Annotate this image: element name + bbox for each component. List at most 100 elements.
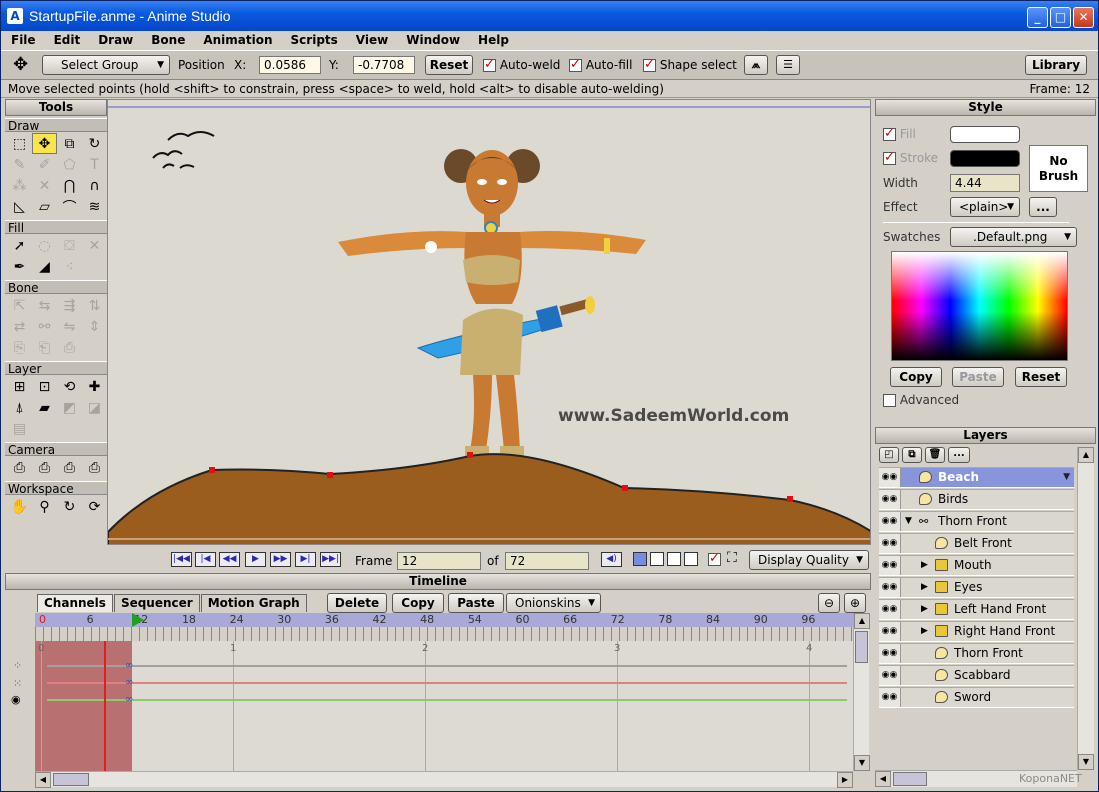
reparent-bone-icon[interactable]: ⇅ <box>82 295 107 316</box>
paste-style-button[interactable]: Paste <box>952 367 1004 387</box>
track-camera-icon[interactable]: ⎙ <box>7 457 32 478</box>
layer-row[interactable]: ◉◉ Beach ▼ <box>879 467 1074 488</box>
switch-layer-icon[interactable]: ◩ <box>57 397 82 418</box>
menu-file[interactable]: File <box>1 33 44 47</box>
playhead-marker-icon[interactable] <box>132 613 145 627</box>
delete-keys-button[interactable]: Delete <box>327 593 387 613</box>
layer-row[interactable]: ◉◉ Birds <box>879 489 1074 510</box>
layer-row[interactable]: ◉◉ ▶ Mouth <box>879 555 1074 576</box>
select-group-dropdown[interactable]: Select Group <box>42 55 170 75</box>
rewind-start-icon[interactable]: |◀◀ <box>171 552 192 567</box>
expand-arrow-icon[interactable]: ▶ <box>921 578 928 597</box>
eye-visibility-icon[interactable]: ◉◉ <box>879 468 901 487</box>
fast-forward-icon[interactable]: ▶▶ <box>270 552 291 567</box>
layer-settings-button[interactable]: ... <box>948 447 970 463</box>
onionskins-dropdown[interactable]: Onionskins <box>506 593 601 613</box>
bind-layer-icon[interactable]: ⇋ <box>57 316 82 337</box>
scale-layer-icon[interactable]: ⊡ <box>32 376 57 397</box>
rotate-layer-icon[interactable]: ⟲ <box>57 376 82 397</box>
eye-visibility-icon[interactable]: ◉◉ <box>879 556 901 575</box>
zoom-out-icon[interactable]: ⊖ <box>818 593 840 613</box>
orbit-workspace-icon[interactable]: ⟳ <box>82 496 107 517</box>
split-horizontal-icon[interactable] <box>667 552 681 566</box>
layers-hscroll-thumb[interactable] <box>893 772 927 786</box>
menu-help[interactable]: Help <box>468 33 517 47</box>
shear-icon[interactable]: ▱ <box>32 196 57 217</box>
layer-row[interactable]: ◉◉ Thorn Front <box>879 643 1074 664</box>
line-width-icon[interactable]: ◢ <box>32 256 57 277</box>
menu-view[interactable]: View <box>346 33 396 47</box>
text-icon[interactable]: T <box>82 154 107 175</box>
display-quality-dropdown[interactable]: Display Quality <box>749 550 869 570</box>
step-back-icon[interactable]: |◀ <box>195 552 216 567</box>
create-shape-icon[interactable]: ◌ <box>32 235 57 256</box>
menu-draw[interactable]: Draw <box>88 33 141 47</box>
auto-weld-checkbox[interactable]: Auto-weld <box>483 57 560 72</box>
bone-strength-icon[interactable]: ⇄ <box>7 316 32 337</box>
roll-camera-icon[interactable]: ⎙ <box>57 457 82 478</box>
copy-keys-button[interactable]: Copy <box>392 593 444 613</box>
expand-arrow-icon[interactable]: ▶ <box>921 622 928 641</box>
menu-scripts[interactable]: Scripts <box>281 33 346 47</box>
title-bar[interactable]: A StartupFile.anme - Anime Studio _ □ ✕ <box>1 1 1098 31</box>
keyframe-marker[interactable]: ∞ <box>125 678 141 688</box>
pan-tilt-camera-icon[interactable]: ⎙ <box>82 457 107 478</box>
scale-points-icon[interactable]: ⧉ <box>57 133 82 154</box>
library-button[interactable]: Library <box>1025 55 1087 75</box>
frame-ruler[interactable]: 0 6 12 18 24 30 36 42 48 54 60 66 72 78 84 90 96 <box>35 613 853 627</box>
eye-visibility-icon[interactable]: ◉◉ <box>879 688 901 707</box>
layer-row[interactable]: ◉◉ Belt Front <box>879 533 1074 554</box>
tab-channels[interactable]: Channels <box>37 594 113 612</box>
layer-row[interactable]: ◉◉ Sword <box>879 687 1074 708</box>
offset-bone-icon[interactable]: ⎘ <box>7 337 32 358</box>
keyframe-marker[interactable]: ∞ <box>125 695 141 705</box>
menu-animation[interactable]: Animation <box>193 33 280 47</box>
scatter-icon[interactable]: ✕ <box>32 175 57 196</box>
menu-window[interactable]: Window <box>396 33 468 47</box>
timeline-hscroll[interactable]: ◀ ▶ <box>35 771 853 788</box>
eye-visibility-icon[interactable]: ◉◉ <box>879 534 901 553</box>
layer-dropdown-icon[interactable]: ▼ <box>1063 468 1070 487</box>
hscroll-thumb[interactable] <box>53 773 89 786</box>
swatches-dropdown[interactable]: .Default.png <box>950 227 1077 247</box>
paste-keys-button[interactable]: Paste <box>448 593 504 613</box>
draw-shape-icon[interactable]: ⬠ <box>57 154 82 175</box>
select-points-icon[interactable]: ⬚ <box>7 133 32 154</box>
layer-row[interactable]: ◉◉ ▶ Eyes <box>879 577 1074 598</box>
add-point-icon[interactable]: ✎ <box>7 154 32 175</box>
delete-layer-icon[interactable]: 🗑 <box>925 447 945 463</box>
advanced-checkbox[interactable]: Advanced <box>883 393 959 407</box>
translate-bone-icon[interactable]: ⇆ <box>32 295 57 316</box>
zoom-camera-icon[interactable]: ⎙ <box>32 457 57 478</box>
flip-vertical-icon[interactable]: ☰ <box>776 55 800 75</box>
layers-scroll-left-icon[interactable]: ◀ <box>875 771 891 787</box>
translate-layer-icon[interactable]: ✚ <box>82 376 107 397</box>
x-position-input[interactable]: 0.0586 <box>259 56 321 74</box>
copy-style-button[interactable]: Copy <box>890 367 942 387</box>
play-icon[interactable]: ▶ <box>245 552 266 567</box>
eye-visibility-icon[interactable]: ◉◉ <box>879 578 901 597</box>
stroke-checkbox[interactable]: Stroke <box>883 150 938 165</box>
scroll-up-icon[interactable]: ▲ <box>854 613 870 629</box>
frame-input[interactable]: 12 <box>397 552 481 570</box>
film-layer-icon[interactable]: ▤ <box>7 418 32 439</box>
perspective-icon[interactable]: ◺ <box>7 196 32 217</box>
drawing-canvas[interactable]: www.SadeemWorld.com <box>107 99 871 545</box>
zoom-icon[interactable]: ⚲ <box>32 496 57 517</box>
bend-icon[interactable]: ⌒ <box>57 196 82 217</box>
layers-vscroll[interactable]: ▲ ▼ <box>1077 447 1094 770</box>
scroll-down-icon[interactable]: ▼ <box>854 755 870 771</box>
bind-points-icon[interactable]: ⇕ <box>82 316 107 337</box>
eye-visibility-icon[interactable]: ◉◉ <box>879 512 901 531</box>
curvature-icon[interactable]: ⋂ <box>57 175 82 196</box>
y-position-input[interactable]: -0.7708 <box>353 56 415 74</box>
effect-more-button[interactable]: ... <box>1029 197 1057 217</box>
close-button[interactable]: ✕ <box>1073 7 1094 28</box>
select-bone-icon[interactable]: ⇱ <box>7 295 32 316</box>
fill-checkbox[interactable]: Fill <box>883 126 916 141</box>
hide-edge-icon[interactable]: ⁖ <box>57 256 82 277</box>
layers-scroll-up-icon[interactable]: ▲ <box>1078 447 1094 463</box>
tab-sequencer[interactable]: Sequencer <box>113 594 200 612</box>
scroll-right-icon[interactable]: ▶ <box>837 772 853 788</box>
flip-horizontal-icon[interactable]: ⩕ <box>744 55 768 75</box>
